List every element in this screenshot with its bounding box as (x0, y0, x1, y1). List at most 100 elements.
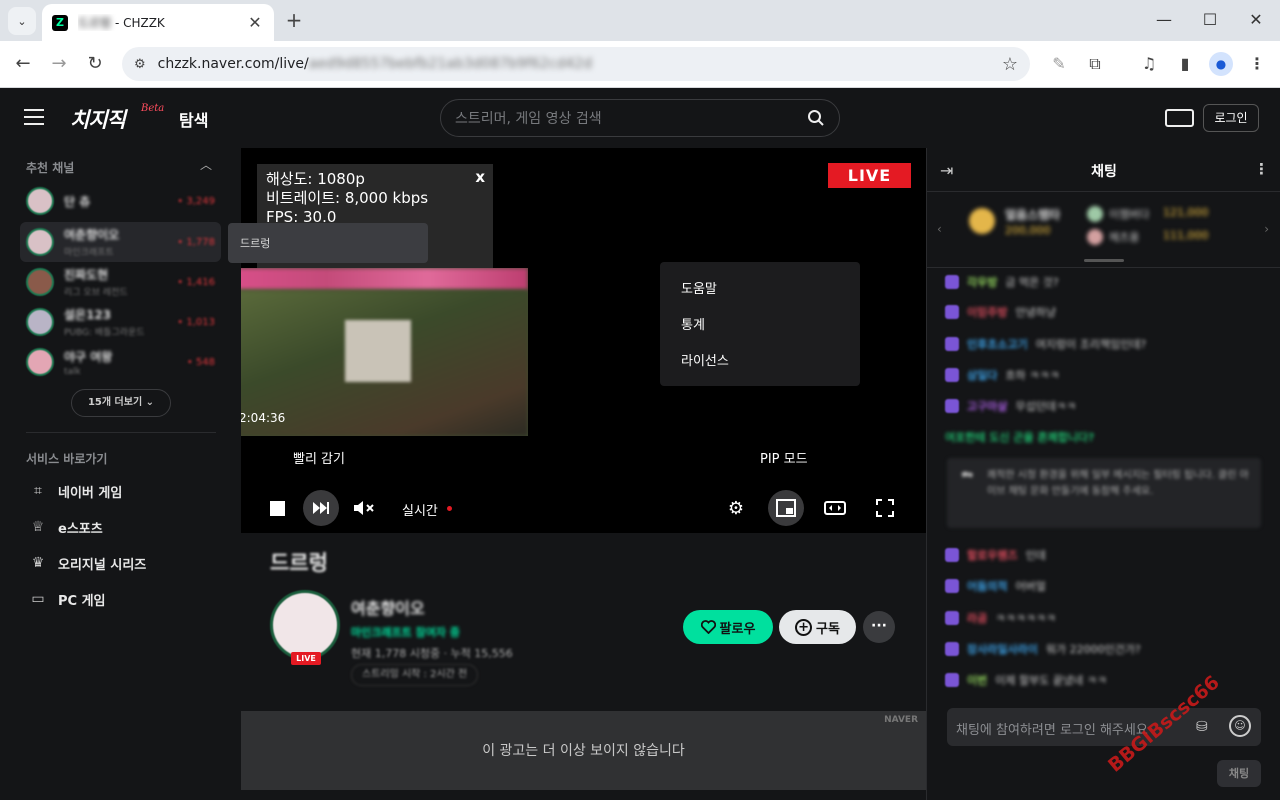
tab-search-button[interactable]: ⌄ (8, 7, 36, 35)
search-icon[interactable] (807, 109, 825, 127)
service-original-series[interactable]: ♛ 오리지널 시리즈 (28, 553, 147, 573)
menu-item-stats[interactable]: 통계 (660, 308, 860, 344)
chat-nickname[interactable]: 고구마살 (967, 398, 1007, 414)
donor-amount: 200,000 (1005, 224, 1051, 237)
fullscreen-button[interactable] (873, 491, 897, 525)
service-esports[interactable]: ♕ e스포츠 (28, 517, 103, 537)
chat-input[interactable]: 채팅에 참여하려면 로그인 해주세요 ⛁ ☺ (947, 708, 1261, 746)
address-bar[interactable]: ⚙ chzzk.naver.com/live/aed9d8557bebfb21a… (122, 47, 1030, 81)
maximize-button[interactable]: ☐ (1198, 8, 1222, 32)
chat-nickname[interactable]: 라곰 (967, 610, 987, 626)
follow-button[interactable]: 팔로우 (683, 610, 773, 644)
chat-nickname[interactable]: 이믿주방 (967, 304, 1007, 320)
service-pc-game[interactable]: ▭ PC 게임 (28, 589, 105, 609)
chat-nickname[interactable]: 할로우웬즈 (967, 547, 1018, 563)
chat-nickname[interactable]: 이번 (967, 672, 987, 688)
video-player[interactable]: LIVE 해상도: 1080p 비트레이트: 8,000 kbps FPS: 3… (241, 148, 926, 533)
side-panel-icon[interactable]: ▮ (1174, 53, 1196, 75)
pen-icon[interactable]: ✎ (1048, 53, 1070, 75)
tab-close-button[interactable]: ✕ (246, 13, 264, 32)
close-window-button[interactable]: ✕ (1244, 8, 1268, 32)
menu-icon[interactable] (24, 109, 44, 125)
browser-tab[interactable]: Z 드르렁 - CHZZK ✕ (42, 4, 274, 41)
chat-send-button[interactable]: 채팅 (1217, 760, 1261, 787)
chevron-down-icon: ⌄ (145, 397, 155, 408)
user-badge-icon (945, 579, 959, 593)
channel-name[interactable]: 여춘향이오 (351, 595, 425, 619)
site-info-icon[interactable]: ⚙ (134, 57, 146, 72)
channel-name: 설은123 (64, 308, 112, 322)
stats-close-button[interactable]: x (475, 168, 485, 186)
browser-menu-icon[interactable]: ⋮ (1246, 53, 1268, 75)
realtime-label[interactable]: 실시간 (402, 500, 438, 519)
fast-forward-button[interactable] (303, 490, 339, 526)
live-dot (447, 506, 452, 511)
show-more-channels-button[interactable]: 15개 더보기 ⌄ (71, 389, 171, 417)
avatar (26, 228, 54, 256)
service-naver-game[interactable]: ⌗ 네이버 게임 (28, 481, 122, 501)
menu-item-help[interactable]: 도움말 (660, 272, 860, 308)
chat-nickname[interactable]: 여포한테 도신 곤을 흔쾌합니다? (945, 429, 1094, 445)
search-input[interactable]: 스트리머, 게임 영상 검색 (455, 108, 807, 128)
channel-name: 여춘향이오 (64, 228, 120, 242)
ticket-icon[interactable] (1165, 109, 1194, 127)
live-tag: LIVE (291, 652, 321, 665)
sidebar-channel[interactable]: 설은123 PUBG: 배틀그라운드 • 1,013 (20, 302, 221, 342)
stream-uptime: 스트리밍 시작 : 2시간 전 (351, 664, 479, 686)
chat-title: 채팅 (1091, 164, 1117, 180)
chat-message: 이번 이제 할부도 끝냈네 ㅋㅋ (945, 671, 1107, 689)
back-button[interactable]: ← (10, 51, 36, 77)
pip-button[interactable] (768, 490, 804, 526)
user-badge-icon (945, 673, 959, 687)
more-options-button[interactable]: ··· (863, 611, 895, 643)
stream-category[interactable]: 마인크래프트 참여자 중 (351, 624, 460, 640)
chevron-right-icon[interactable]: › (1264, 222, 1269, 236)
chevron-up-icon[interactable]: ︿ (200, 156, 212, 173)
chat-message: 라곰 ㅋㅋㅋㅋㅋㅋ (945, 609, 1056, 627)
chat-message: 장사라일사라이 워가 22000인건가? (945, 640, 1141, 658)
crown-icon: ♛ (31, 555, 45, 571)
heart-icon (700, 620, 716, 634)
login-button[interactable]: 로그인 (1203, 104, 1259, 132)
profile-avatar-icon[interactable]: ● (1209, 52, 1233, 76)
avatar (1087, 206, 1103, 222)
chevron-left-icon[interactable]: ‹ (937, 222, 942, 236)
sidebar-channel[interactable]: 여춘향이오 마인크래프트 • 1,778 (20, 222, 221, 262)
chzzk-logo[interactable]: 치지직 (70, 104, 126, 134)
chat-nickname[interactable]: 삼일다 (967, 367, 997, 383)
seek-preview-thumbnail: 2:04:36 (241, 268, 528, 436)
donation-icon[interactable]: ⛁ (1196, 719, 1208, 735)
wide-mode-button[interactable] (821, 491, 849, 525)
subscribe-button[interactable]: + 구독 (779, 610, 856, 644)
user-badge-icon (945, 548, 959, 562)
search-bar[interactable]: 스트리머, 게임 영상 검색 (440, 99, 840, 137)
sidebar-channel[interactable]: 진짜도현 리그 오브 레전드 • 1,416 (20, 262, 221, 302)
settings-button[interactable]: ⚙ (723, 491, 749, 525)
reload-button[interactable]: ↻ (82, 51, 108, 77)
chat-menu-icon[interactable]: ⋮ (1254, 160, 1269, 178)
channel-name: 야구 여왕 (64, 349, 113, 364)
nav-explore[interactable]: 탐색 (179, 107, 208, 131)
channel-avatar[interactable] (270, 590, 340, 660)
chat-input-placeholder: 채팅에 참여하려면 로그인 해주세요 (956, 723, 1148, 738)
forward-button[interactable]: → (46, 51, 72, 77)
chat-nickname[interactable]: 장사라일사라이 (967, 641, 1038, 657)
bookmark-star-icon[interactable]: ☆ (1002, 54, 1018, 75)
emoji-icon[interactable]: ☺ (1229, 715, 1251, 737)
minimize-button[interactable]: — (1152, 8, 1176, 32)
drag-handle[interactable] (1084, 259, 1124, 262)
extensions-icon[interactable]: ⧉ (1084, 53, 1106, 75)
fullscreen-icon (876, 499, 894, 517)
chat-nickname[interactable]: 각우방 (967, 274, 997, 290)
sidebar-channel[interactable]: 단 츄 • 3,249 (20, 181, 221, 221)
chat-nickname[interactable]: 어둠의적 (967, 578, 1007, 594)
chat-nickname[interactable]: 인후초소고기 (967, 336, 1028, 352)
sidebar-channel[interactable]: 야구 여왕 talk • 548 (20, 342, 221, 382)
media-control-icon[interactable]: ♫ (1138, 53, 1160, 75)
donation-ranking: ‹ 얼음스탬타 200,000 이챔버다 121,000 헤츠용 111,000… (927, 192, 1280, 268)
stop-button[interactable] (265, 491, 289, 525)
chat-text: 워가 22000인건가? (1045, 643, 1141, 656)
menu-item-license[interactable]: 라이선스 (660, 344, 860, 380)
mute-button[interactable] (351, 491, 379, 525)
new-tab-button[interactable]: + (282, 8, 306, 32)
